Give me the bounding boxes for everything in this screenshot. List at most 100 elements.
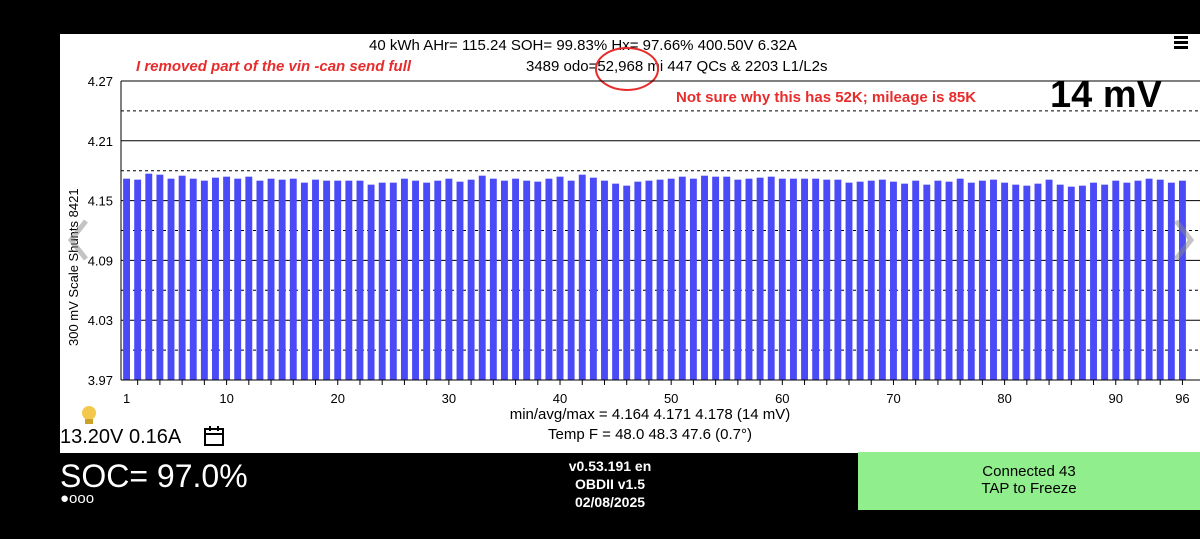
bar-cell-32 [467,179,475,380]
bulb-icon[interactable] [79,404,99,428]
bar-cell-40 [556,176,564,380]
bar-cell-4 [156,174,164,380]
x-tick-label: 10 [219,391,233,406]
x-tick-label: 20 [331,391,345,406]
bar-cell-72 [912,180,920,380]
bar-cell-20 [334,180,342,380]
tap-to-freeze-label: TAP to Freeze [981,480,1077,497]
bar-cell-74 [934,180,942,380]
x-tick-label: 1 [123,391,130,406]
bar-cell-19 [323,180,331,380]
bar-cell-5 [167,178,175,380]
bar-cell-84 [1045,179,1053,380]
bar-cell-34 [489,178,497,380]
bar-cell-22 [356,180,364,380]
y-tick-label: 4.27 [88,74,113,89]
bar-cell-1 [123,178,131,380]
session-date: 02/08/2025 [574,494,646,510]
bar-cell-56 [734,179,742,380]
bar-cell-44 [601,180,608,380]
temperature-stats: Temp F = 48.0 48.3 47.6 (0.7°) [547,426,753,443]
bar-cell-9 [212,177,219,380]
bar-cell-64 [823,179,831,380]
bar-cell-36 [512,178,520,380]
y-tick-label: 4.21 [88,134,113,149]
bar-cell-80 [1001,182,1009,380]
bar-cell-52 [689,178,697,380]
bar-cell-88 [1090,182,1097,380]
bar-cell-46 [623,185,631,380]
aux-voltage-current: 13.20V 0.16A [60,426,182,448]
bar-cell-42 [578,174,586,380]
bar-cell-92 [1134,180,1142,380]
bar-cell-65 [834,179,842,380]
bar-cell-39 [545,178,553,380]
bar-cell-96 [1178,180,1186,380]
bar-cell-85 [1056,184,1064,380]
bar-cell-29 [434,180,442,380]
previous-arrow-icon[interactable] [66,215,90,265]
bar-cell-16 [289,178,297,380]
bar-cell-60 [778,178,786,380]
bar-cell-67 [856,181,864,380]
bar-cell-37 [523,180,531,380]
x-tick-label: 40 [553,391,567,406]
bar-cell-91 [1123,182,1131,380]
bar-cell-61 [789,178,797,380]
bar-cell-14 [267,178,275,380]
bar-cell-50 [667,178,675,380]
page-dots: ●ooo [60,490,95,507]
bar-cell-47 [634,181,642,380]
bar-cell-27 [412,180,419,380]
bar-cell-62 [801,178,808,380]
bar-cell-89 [1101,184,1109,380]
bar-cell-51 [678,176,686,380]
bar-cell-55 [723,176,731,380]
bar-cell-10 [223,176,231,380]
bar-cell-66 [845,182,853,380]
bar-cell-3 [145,173,153,380]
calendar-icon[interactable] [203,425,225,447]
y-tick-label: 4.15 [88,194,113,209]
y-tick-label: 4.03 [88,313,113,328]
bar-cell-48 [645,180,653,380]
bar-cell-95 [1167,182,1175,380]
bar-cell-53 [701,175,708,380]
connect-freeze-button[interactable]: Connected 43 TAP to Freeze [858,452,1200,510]
bar-cell-68 [867,180,875,380]
bar-cell-79 [990,179,997,380]
bar-cell-21 [345,180,353,380]
bar-cell-70 [890,181,897,380]
bar-cell-23 [367,184,375,380]
bar-cell-11 [234,178,242,380]
bar-cell-38 [534,181,542,380]
bar-cell-17 [300,182,308,380]
x-tick-label: 80 [997,391,1011,406]
bar-cell-83 [1034,183,1042,380]
bar-cell-76 [956,178,964,380]
next-arrow-icon[interactable] [1172,215,1196,265]
bar-cell-33 [478,175,486,380]
bar-cell-25 [389,182,397,380]
bar-cell-73 [923,184,931,380]
bar-cell-58 [756,177,764,380]
bar-cell-82 [1023,185,1031,380]
x-tick-label: 70 [886,391,900,406]
bar-cell-8 [200,180,208,380]
x-tick-label: 30 [442,391,456,406]
bar-cell-78 [978,180,986,380]
cell-voltage-chart: 4.27 4.21 4.15 4.09 4.03 3.97 1 10 20 30 40 50 60 70 8… [88,74,1200,406]
bar-cell-75 [945,181,953,380]
y-tick-label: 4.09 [88,253,113,268]
bar-cell-2 [134,179,142,380]
bar-cell-12 [245,176,253,380]
x-tick-label: 50 [664,391,678,406]
app-version: v0.53.191 en [568,458,652,474]
bar-cell-28 [423,182,431,380]
bar-cell-7 [189,178,197,380]
bar-cell-63 [812,178,820,380]
bar-cell-24 [378,182,386,380]
y-tick-label: 3.97 [88,373,113,388]
bar-cell-15 [278,179,286,380]
obd-version: OBDII v1.5 [574,476,646,492]
